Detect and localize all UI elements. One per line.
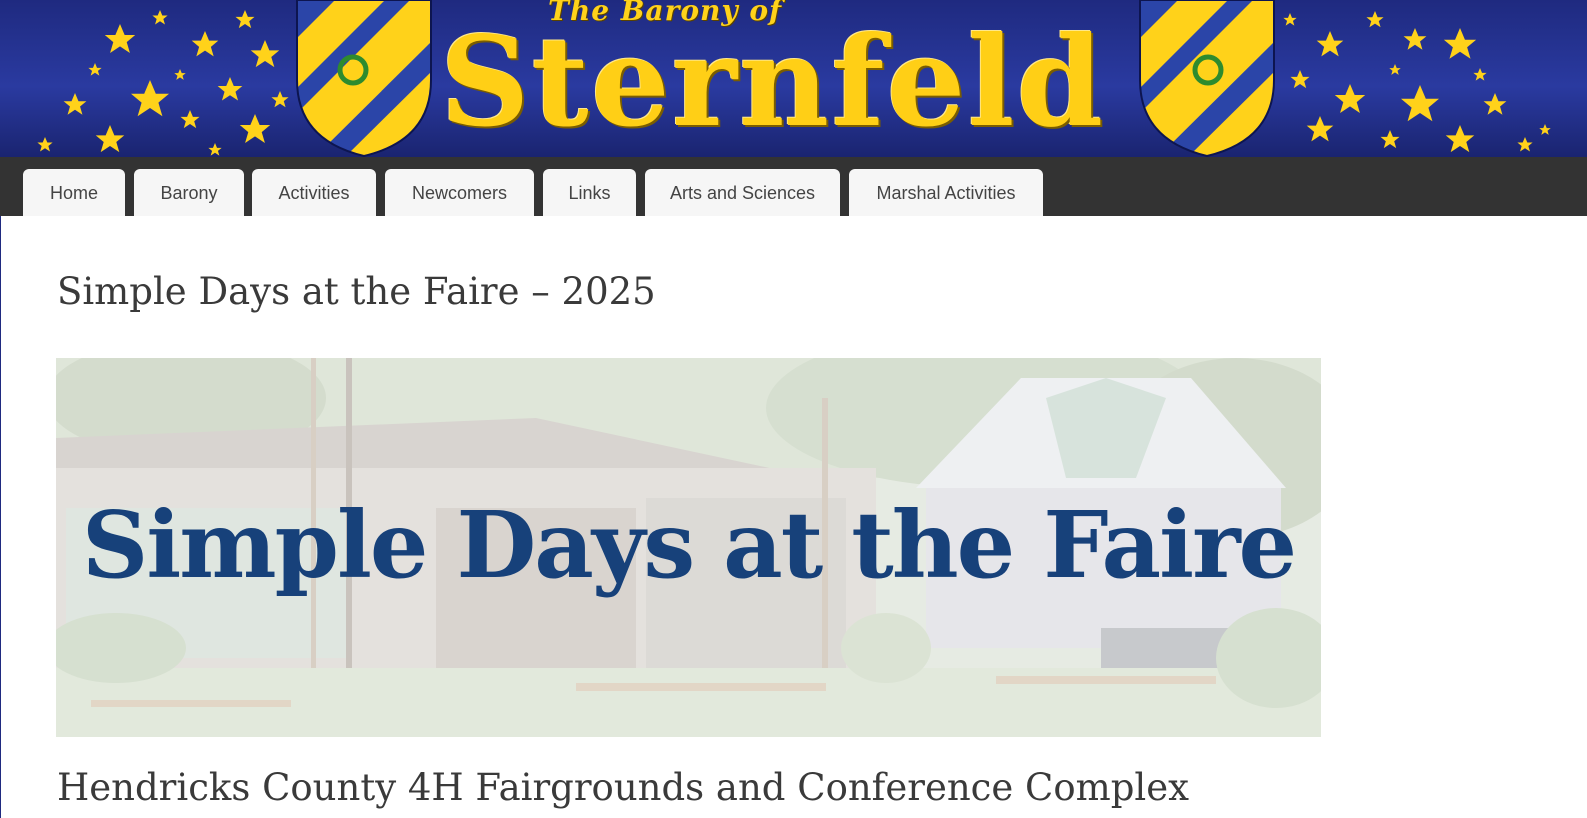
shield-right-icon	[1139, 0, 1275, 157]
nav-item-links[interactable]: Links	[543, 169, 636, 216]
main-navigation: Home Barony Activities Newcomers Links A…	[0, 157, 1587, 216]
nav-item-marshal-activities[interactable]: Marshal Activities	[849, 169, 1043, 216]
nav-item-barony[interactable]: Barony	[134, 169, 244, 216]
site-name-logo: Sternfeld	[440, 10, 1106, 155]
nav-item-label: Marshal Activities	[876, 183, 1016, 203]
nav-item-home[interactable]: Home	[23, 169, 125, 216]
nav-item-label: Arts and Sciences	[669, 183, 816, 203]
nav-item-newcomers[interactable]: Newcomers	[385, 169, 534, 216]
hero-image: Simple Days at the Faire	[56, 358, 1321, 737]
nav-item-label: Activities	[278, 183, 350, 203]
nav-item-arts-and-sciences[interactable]: Arts and Sciences	[645, 169, 840, 216]
nav-item-label: Newcomers	[411, 183, 508, 203]
site-banner[interactable]: The Barony of Sternfeld	[0, 0, 1587, 157]
hero-heading-text: Simple Days at the Faire	[81, 490, 1297, 599]
content-left-border	[0, 216, 1, 818]
nav-item-label: Home	[49, 183, 98, 203]
venue-heading: Hendricks County 4H Fairgrounds and Conf…	[57, 766, 1190, 809]
nav-item-activities[interactable]: Activities	[252, 169, 376, 216]
nav-item-label: Barony	[160, 183, 218, 203]
nav-item-label: Links	[568, 183, 611, 203]
page-title: Simple Days at the Faire – 2025	[57, 270, 656, 313]
shield-left-icon	[296, 0, 432, 157]
